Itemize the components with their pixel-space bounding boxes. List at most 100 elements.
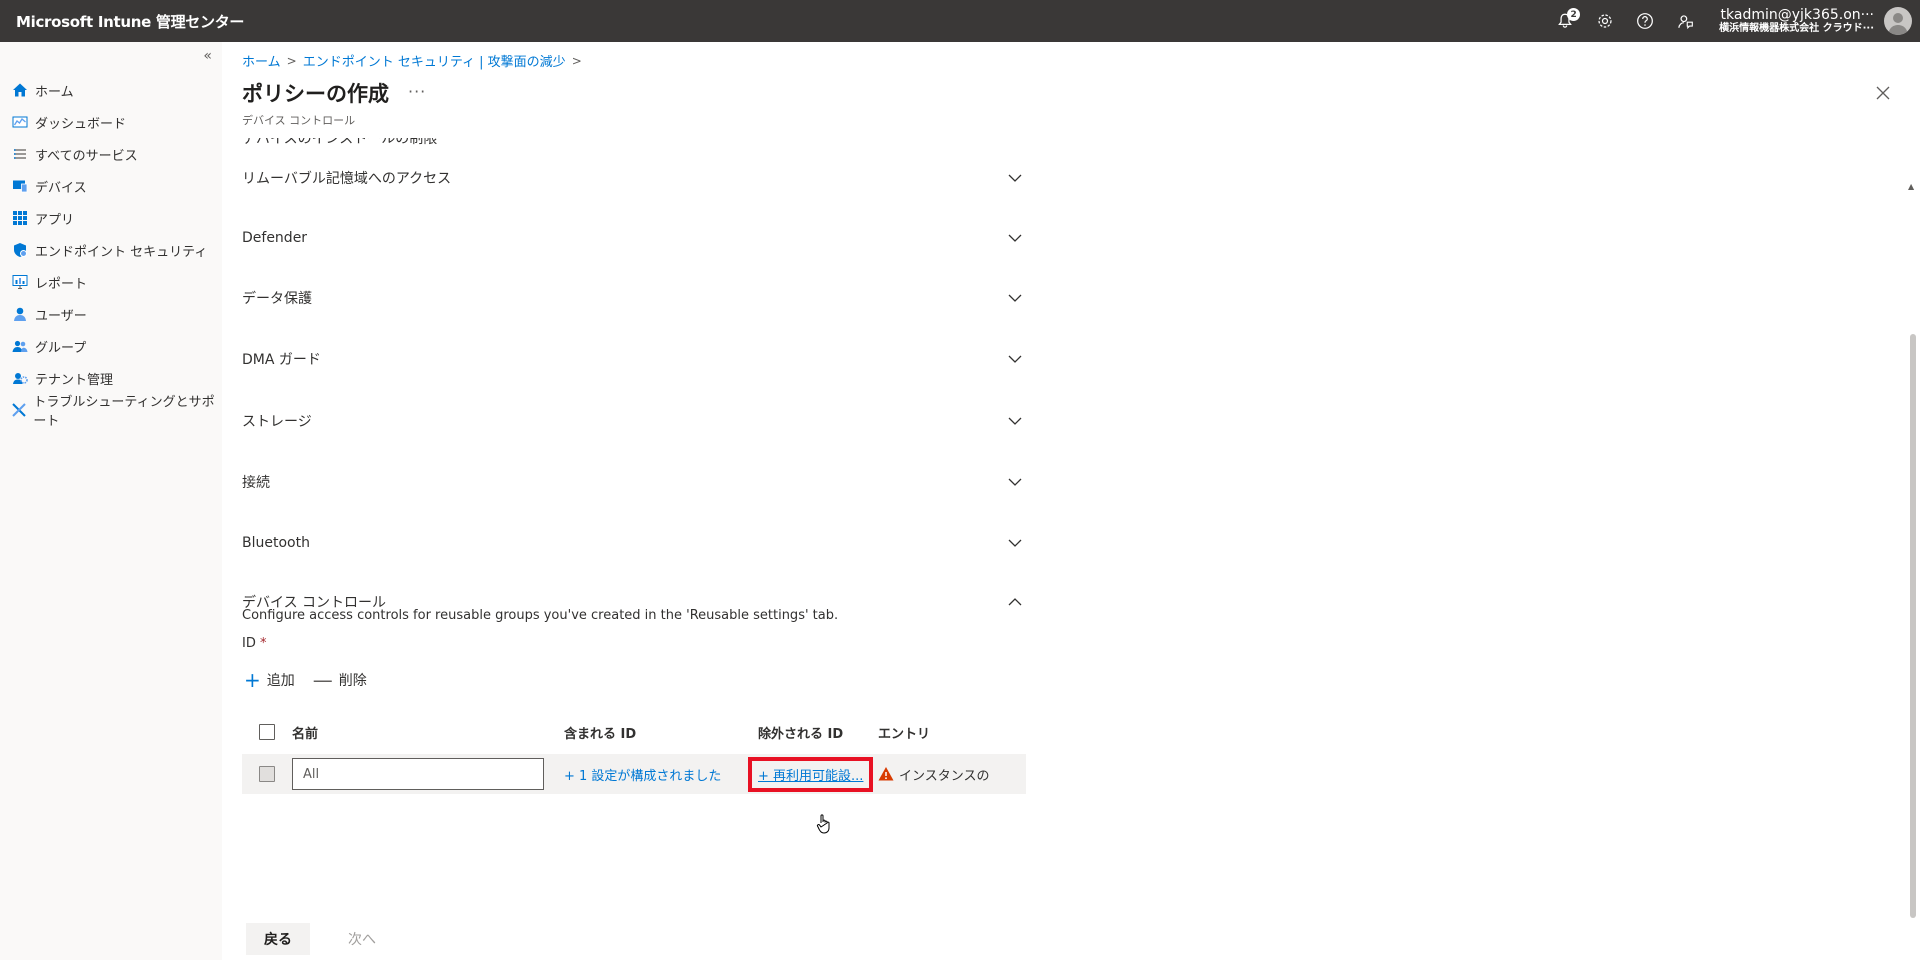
sidebar-item-groups[interactable]: グループ — [0, 330, 222, 362]
sidebar-item-users[interactable]: ユーザー — [0, 298, 222, 330]
chevron-down-icon — [1006, 169, 1024, 187]
sidebar-item-home[interactable]: ホーム — [0, 74, 222, 106]
top-bar: Microsoft Intune 管理センター 2 tkadmin@yjk365… — [0, 0, 1920, 42]
sidebar-item-label: ダッシュボード — [35, 116, 127, 132]
add-label: 追加 — [266, 673, 295, 689]
add-button[interactable]: + 追加 — [244, 670, 295, 690]
sidebar-item-all-services[interactable]: すべてのサービス — [0, 138, 222, 170]
app-title[interactable]: Microsoft Intune 管理センター — [16, 11, 244, 32]
table-row: + 1 設定が構成されました + 再利用可能設... インスタンスの — [242, 754, 1026, 794]
sidebar-item-label: エンドポイント セキュリティ — [35, 244, 208, 260]
name-input[interactable] — [292, 758, 544, 790]
sidebar-item-dashboard[interactable]: ダッシュボード — [0, 106, 222, 138]
section-storage[interactable]: ストレージ — [242, 401, 1024, 441]
breadcrumb-home[interactable]: ホーム — [242, 51, 281, 70]
excluded-id-link[interactable]: + 再利用可能設... — [748, 756, 874, 792]
chevron-up-icon — [1006, 593, 1024, 611]
user-icon — [11, 305, 29, 323]
page-title: ポリシーの作成 — [242, 82, 389, 106]
sidebar-item-label: トラブルシューティングとサポート — [33, 395, 215, 429]
account-info[interactable]: tkadmin@yjk365.on··· 横浜情報機器株式会社 クラウド··· — [1719, 7, 1874, 35]
back-button[interactable]: 戻る — [246, 923, 310, 955]
report-icon — [11, 273, 29, 291]
section-label: Bluetooth — [242, 535, 310, 551]
id-grid: 名前 含まれる ID 除外される ID エントリ + 1 設定が構成されました … — [242, 710, 1026, 794]
breadcrumb-separator-icon: > — [571, 53, 582, 68]
plus-icon: + — [244, 668, 261, 692]
section-label: リムーバブル記憶域へのアクセス — [242, 171, 452, 187]
entry-warning[interactable]: インスタンスの — [878, 765, 1026, 784]
id-field-label: ID * — [242, 636, 267, 651]
more-options-icon[interactable]: ··· — [408, 82, 426, 101]
sidebar-item-devices[interactable]: デバイス — [0, 170, 222, 202]
column-header-excluded: 除外される ID — [758, 726, 844, 742]
section-bluetooth[interactable]: Bluetooth — [242, 523, 1024, 563]
sidebar-item-label: ホーム — [35, 84, 74, 100]
minus-icon: — — [312, 668, 333, 692]
shield-icon — [11, 241, 29, 259]
required-mark: * — [260, 636, 267, 651]
hand-cursor-icon — [816, 814, 830, 834]
sidebar-item-label: テナント管理 — [35, 372, 114, 388]
next-button[interactable]: 次へ — [330, 923, 394, 955]
chevron-down-icon — [1006, 350, 1024, 368]
sidebar-item-endpoint-security[interactable]: エンドポイント セキュリティ — [0, 234, 222, 266]
sidebar-item-label: すべてのサービス — [35, 148, 138, 164]
chevron-down-icon — [1006, 289, 1024, 307]
notification-badge: 2 — [1567, 8, 1581, 21]
sidebar-item-label: デバイス — [35, 180, 87, 196]
section-connectivity[interactable]: 接続 — [242, 462, 1024, 502]
breadcrumb-endpoint-security[interactable]: エンドポイント セキュリティ | 攻撃面の減少 — [303, 51, 566, 70]
dashboard-icon — [11, 113, 29, 131]
page-subtitle: デバイス コントロール — [242, 114, 356, 127]
section-label: DMA ガード — [242, 352, 321, 368]
section-removable-storage[interactable]: リムーバブル記憶域へのアクセス — [242, 158, 1024, 198]
chevron-down-icon — [1006, 534, 1024, 552]
settings-gear-icon[interactable] — [1585, 0, 1625, 42]
vertical-scrollbar[interactable]: ▲ — [1908, 138, 1916, 918]
section-label: ストレージ — [242, 414, 312, 430]
section-defender[interactable]: Defender — [242, 218, 1024, 258]
grid-header: 名前 含まれる ID 除外される ID エントリ — [242, 710, 1026, 754]
scroll-up-icon[interactable]: ▲ — [1908, 182, 1914, 191]
settings-scroll-region[interactable]: デバイスのインストールの制限 リムーバブル記憶域へのアクセス Defender … — [222, 138, 1920, 918]
account-org: 横浜情報機器株式会社 クラウド··· — [1719, 23, 1874, 35]
sidebar-item-label: グループ — [35, 340, 87, 356]
delete-label: 削除 — [338, 673, 367, 689]
devices-icon — [11, 177, 29, 195]
section-data-protection[interactable]: データ保護 — [242, 278, 1024, 318]
section-dma-guard[interactable]: DMA ガード — [242, 339, 1024, 379]
included-id-link[interactable]: + 1 設定が構成されました — [564, 769, 721, 784]
main-content: ホーム > エンドポイント セキュリティ | 攻撃面の減少 > ポリシーの作成 … — [222, 42, 1920, 960]
tenant-icon — [11, 369, 29, 387]
sidebar-item-label: アプリ — [35, 212, 75, 228]
feedback-icon[interactable] — [1665, 0, 1705, 42]
row-checkbox[interactable] — [259, 766, 275, 782]
section-label: Defender — [242, 230, 308, 246]
sidebar-item-troubleshooting[interactable]: トラブルシューティングとサポート — [0, 394, 222, 429]
select-all-checkbox[interactable] — [259, 724, 275, 740]
chevron-down-icon — [1006, 473, 1024, 491]
device-control-description: Configure access controls for reusable g… — [242, 608, 839, 623]
home-icon — [11, 81, 29, 99]
help-icon[interactable] — [1625, 0, 1665, 42]
scrollbar-thumb[interactable] — [1910, 334, 1916, 918]
section-device-install-restrictions[interactable]: デバイスのインストールの制限 — [242, 138, 1024, 150]
section-label: デバイスのインストールの制限 — [242, 138, 438, 147]
notifications-icon[interactable]: 2 — [1545, 0, 1585, 42]
close-icon[interactable] — [1872, 82, 1894, 104]
delete-button[interactable]: — 削除 — [313, 670, 367, 690]
section-label: データ保護 — [242, 291, 312, 307]
sidebar-item-tenant-admin[interactable]: テナント管理 — [0, 362, 222, 394]
collapse-sidebar-icon[interactable]: « — [203, 48, 212, 64]
chevron-down-icon — [1006, 412, 1024, 430]
avatar[interactable] — [1884, 7, 1912, 35]
sidebar-item-reports[interactable]: レポート — [0, 266, 222, 298]
footer: 戻る 次へ — [222, 918, 1920, 960]
account-email: tkadmin@yjk365.on··· — [1720, 7, 1874, 24]
breadcrumb: ホーム > エンドポイント セキュリティ | 攻撃面の減少 > — [242, 51, 588, 71]
group-icon — [11, 337, 29, 355]
list-icon — [11, 145, 29, 163]
sidebar-item-apps[interactable]: アプリ — [0, 202, 222, 234]
sidebar: « ホーム ダッシュボード すべてのサービス デバイス アプリ エンドポイント … — [0, 42, 222, 960]
